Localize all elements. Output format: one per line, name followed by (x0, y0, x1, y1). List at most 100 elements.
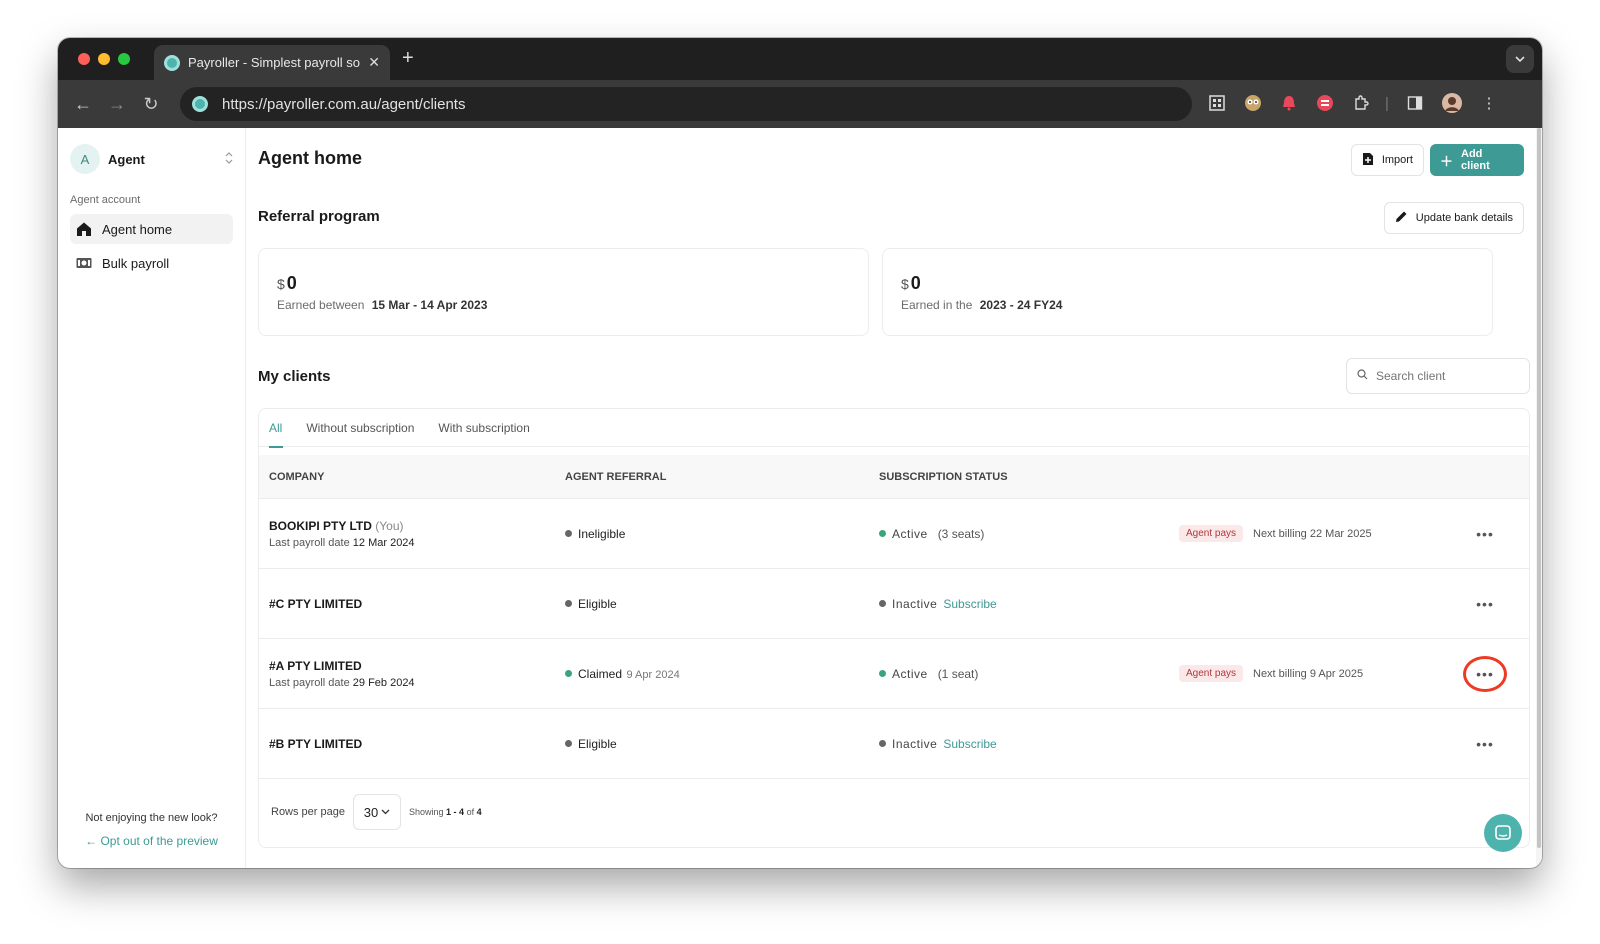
opt-out-label: Opt out of the preview (100, 834, 218, 848)
browser-menu-icon[interactable]: ⋮ (1478, 92, 1500, 114)
scrollbar-thumb[interactable] (1537, 128, 1541, 848)
referral-status: Ineligible (578, 526, 626, 541)
qr-code-icon[interactable] (1206, 92, 1228, 114)
referral-amount: $0 (277, 273, 850, 294)
chevron-down-icon (381, 809, 390, 815)
table-row[interactable]: #A PTY LIMITED Last payroll date 29 Feb … (259, 639, 1529, 709)
showing-of: of (466, 807, 475, 817)
referral-card-fy: $0 Earned in the 2023 - 24 FY24 (882, 248, 1493, 336)
tab-all[interactable]: All (269, 409, 284, 448)
tab-search-button[interactable] (1506, 45, 1534, 73)
back-arrow-icon[interactable]: ← (66, 94, 100, 115)
agent-switcher[interactable]: A Agent (70, 142, 233, 176)
forward-arrow-icon[interactable]: → (100, 94, 134, 115)
referral-status: Eligible (578, 736, 617, 751)
clients-table: All Without subscription With subscripti… (258, 408, 1530, 848)
my-clients-title: My clients (258, 368, 331, 385)
company-cell: #A PTY LIMITED Last payroll date 29 Feb … (259, 659, 565, 689)
last-payroll-label: Last payroll date (269, 676, 350, 689)
browser-window: Payroller - Simplest payroll so ✕ + ← → … (58, 38, 1542, 868)
sidebar-item-label: Bulk payroll (102, 255, 170, 271)
close-window-button[interactable] (78, 53, 90, 65)
rows-per-page-select[interactable]: 30 (353, 794, 401, 830)
status-dot (565, 599, 572, 607)
row-more-menu-button[interactable]: ••• (1463, 516, 1507, 552)
chat-support-button[interactable] (1484, 814, 1522, 852)
currency-symbol: $ (277, 276, 285, 292)
status-dot (565, 669, 572, 677)
subscribe-link[interactable]: Subscribe (943, 597, 996, 611)
sidebar-item-bulk-payroll[interactable]: Bulk payroll (70, 248, 233, 278)
maximize-window-button[interactable] (118, 53, 130, 65)
address-bar[interactable]: https://payroller.com.au/agent/clients (180, 87, 1192, 121)
subscribe-link[interactable]: Subscribe (943, 737, 996, 751)
payroller-favicon-icon (164, 54, 180, 71)
table-row[interactable]: #C PTY LIMITED Eligible Inactive Subscrib… (259, 569, 1529, 639)
extensions-puzzle-icon[interactable] (1350, 92, 1372, 114)
row-more-menu-button[interactable]: ••• (1463, 726, 1507, 762)
showing-range: 1 - 4 (446, 807, 465, 817)
row-more-menu-button[interactable]: ••• (1463, 586, 1507, 622)
minimize-window-button[interactable] (98, 53, 110, 65)
amount-value: 0 (286, 273, 297, 293)
profile-avatar-icon[interactable] (1441, 92, 1463, 114)
search-client-field[interactable] (1346, 358, 1530, 394)
client-filter-tabs: All Without subscription With subscripti… (259, 409, 1529, 448)
subscription-cell: Inactive Subscribe (879, 735, 1529, 753)
sidebar-footer: Not enjoying the new look? ← Opt out of … (58, 812, 245, 848)
sidebar-item-label: Agent home (102, 221, 173, 237)
browser-tab[interactable]: Payroller - Simplest payroll so ✕ (154, 45, 390, 80)
table-row[interactable]: #B PTY LIMITED Eligible Inactive Subscrib… (259, 709, 1529, 779)
referral-cell: Eligible (565, 735, 879, 753)
subscription-cell: Inactive Subscribe (879, 595, 1529, 613)
period-value: 2023 - 24 FY24 (979, 298, 1063, 312)
page-scrollbar[interactable] (1536, 128, 1542, 868)
new-tab-button[interactable]: + (402, 47, 414, 70)
subscription-status: Inactive (892, 596, 938, 611)
row-more-menu-button-highlighted[interactable]: ••• (1463, 655, 1507, 692)
showing-count: Showing 1 - 4 of 4 (409, 807, 482, 817)
import-button[interactable]: Import (1350, 144, 1424, 176)
company-cell: BOOKIPI PTY LTD (You) Last payroll date … (259, 519, 565, 549)
sidebar-item-agent-home[interactable]: Agent home (70, 214, 233, 244)
tab-close-icon[interactable]: ✕ (368, 54, 380, 71)
file-import-icon (1362, 152, 1374, 169)
period-prefix: Earned in the (901, 298, 973, 312)
tab-without-subscription[interactable]: Without subscription (306, 409, 414, 447)
table-row[interactable]: BOOKIPI PTY LTD (You) Last payroll date … (259, 499, 1529, 569)
referral-cell: Claimed 9 Apr 2024 (565, 665, 879, 683)
period-prefix: Earned between (277, 298, 365, 312)
site-info-icon[interactable] (192, 96, 208, 112)
extension-bell-icon[interactable] (1278, 92, 1300, 114)
add-client-button[interactable]: ＋ Add client (1430, 144, 1524, 176)
amount-value: 0 (910, 273, 921, 293)
search-icon (1357, 369, 1368, 383)
extension-owl-icon[interactable] (1242, 92, 1264, 114)
referral-cell: Ineligible (565, 525, 879, 543)
chat-icon (1495, 825, 1511, 840)
company-cell: #B PTY LIMITED (259, 737, 565, 751)
pencil-icon (1395, 210, 1408, 226)
referral-card-period: $0 Earned between 15 Mar - 14 Apr 2023 (258, 248, 869, 336)
up-down-chevron-icon (225, 151, 233, 167)
referral-program-title: Referral program (258, 208, 380, 225)
url-text: https://payroller.com.au/agent/clients (222, 95, 466, 113)
referral-period: Earned between 15 Mar - 14 Apr 2023 (277, 298, 850, 312)
rows-per-page-label: Rows per page (271, 806, 345, 818)
add-client-label: Add client (1461, 148, 1490, 172)
currency-symbol: $ (901, 276, 909, 292)
search-client-input[interactable] (1376, 369, 1516, 383)
reload-icon[interactable]: ↻ (134, 94, 168, 115)
you-tag: (You) (375, 518, 404, 533)
seat-count: (3 seats) (937, 526, 985, 541)
extension-red-circle-icon[interactable] (1314, 92, 1336, 114)
browser-tabbar: Payroller - Simplest payroll so ✕ + (58, 38, 1542, 80)
update-bank-details-button[interactable]: Update bank details (1383, 202, 1524, 234)
side-panel-icon[interactable] (1404, 92, 1426, 114)
tab-with-subscription[interactable]: With subscription (438, 409, 529, 447)
referral-status: Claimed (578, 666, 623, 681)
agent-avatar: A (70, 144, 100, 174)
opt-out-link[interactable]: ← Opt out of the preview (58, 834, 245, 848)
referral-claimed-date: 9 Apr 2024 (626, 668, 680, 681)
next-billing: Next billing 22 Mar 2025 (1253, 527, 1372, 540)
